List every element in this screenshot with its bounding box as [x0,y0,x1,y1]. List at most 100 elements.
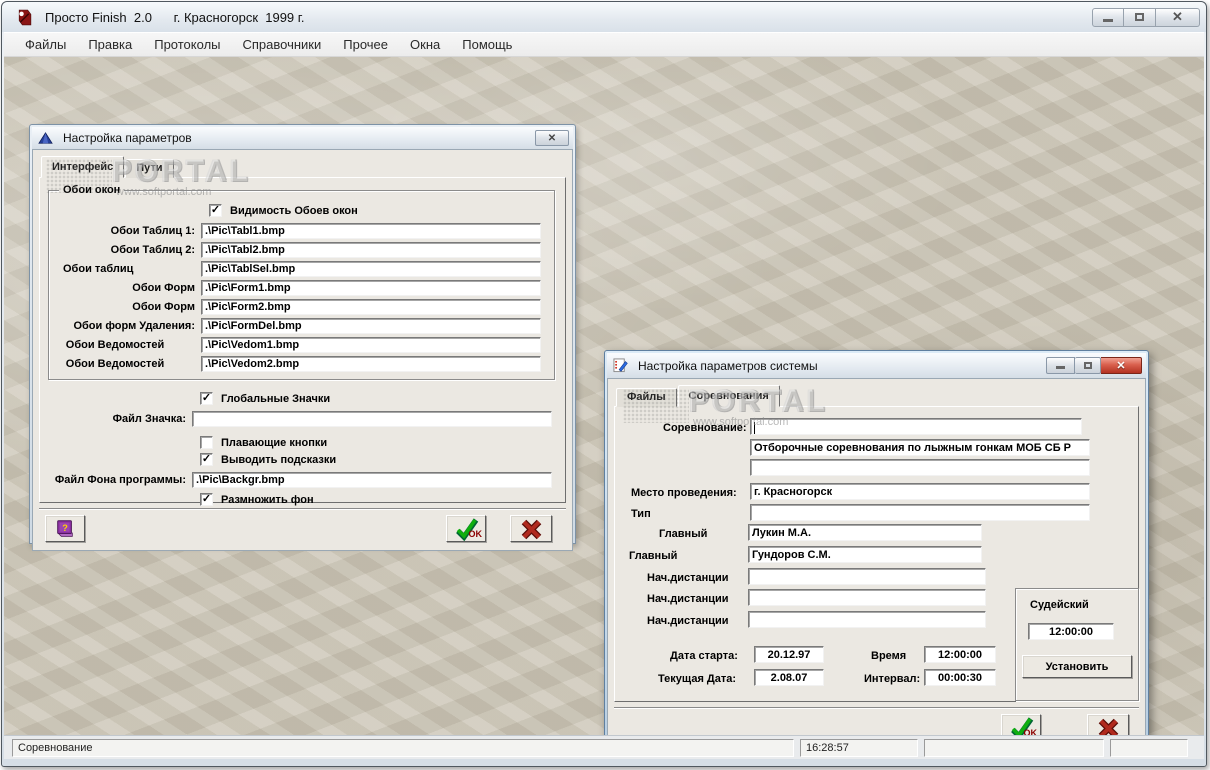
tab-paths[interactable]: Пути [125,159,174,178]
interval-label: Интервал: [864,673,921,685]
tab-competitions[interactable]: Соревнования [677,385,780,407]
icon-file-input[interactable] [192,410,552,427]
status-panel-extra1 [924,738,1104,757]
competition-line2-input[interactable] [750,439,1090,456]
wallpaper-vedom2-input[interactable] [201,355,541,372]
wallpaper-formdel-input[interactable] [201,317,541,334]
wallpaper-form2-input[interactable] [201,298,541,315]
field-label: Обои Ведомостей [65,357,165,370]
menu-edit[interactable]: Правка [77,34,143,55]
tab-page-competitions: Соревнование: Место проведения: Тип Глав… [614,406,1139,702]
status-panel-extra2 [1110,738,1188,757]
menu-directories[interactable]: Справочники [232,34,333,55]
cancel-x-icon [521,519,542,539]
maximize-icon [1083,362,1092,369]
field-label: Обои Форм [132,300,195,313]
show-hints-checkbox[interactable]: ✓ [200,453,213,466]
window-bottom-frame [2,759,1206,766]
type-label: Тип [631,508,651,520]
wallpaper-tablesel-input[interactable] [201,260,541,277]
maximize-icon [1135,13,1144,21]
dialog1-buttons: ? OK [39,508,566,544]
competition-line3-input[interactable] [750,459,1090,476]
client-area: Настройка параметров ✕ Интерфейс Пути Об… [4,57,1204,735]
tab-files[interactable]: Файлы [616,388,677,407]
cancel-x-icon [1098,718,1119,735]
time-value[interactable]: 12:00:00 [924,646,996,663]
competition-input[interactable] [750,418,1082,435]
dialog2-tabs: Файлы Соревнования [614,385,1139,407]
interval-value[interactable]: 00:00:30 [924,669,996,686]
field-row: Обои Форм [49,278,554,297]
titlebar: Просто Finish 2.0 г. Красногорск 1999 г.… [2,2,1206,32]
triangle-icon [38,131,53,144]
ok-button[interactable]: OK [446,515,486,542]
dist1-input[interactable] [748,568,986,585]
cancel-button[interactable] [510,515,552,542]
minimize-icon [1103,18,1113,22]
place-input[interactable] [750,483,1090,500]
judge-time-value[interactable]: 12:00:00 [1028,623,1114,640]
field-label: Обои Форм [132,281,195,294]
dialog2-minimize-button[interactable] [1046,357,1075,374]
current-date-value[interactable]: 2.08.07 [754,669,824,686]
close-button[interactable]: ✕ [1156,7,1200,27]
dialog2-titlebar: Настройка параметров системы ✕ [607,353,1146,378]
field-row: Обои Таблиц 1: [49,221,554,240]
minimize-button[interactable] [1092,7,1124,27]
wallpaper-table2-input[interactable] [201,241,541,258]
chief1-input[interactable] [748,524,982,541]
maximize-button[interactable] [1124,7,1156,27]
window-title: Просто Finish 2.0 г. Красногорск 1999 г. [45,9,305,25]
wallpaper-form1-input[interactable] [201,279,541,296]
field-row: Обои форм Удаления: [49,316,554,335]
window-controls: ✕ [1092,7,1200,27]
wallpaper-table1-input[interactable] [201,222,541,239]
wallpaper-visibility-label: Видимость Обоев окон [230,204,358,217]
ok-button[interactable]: OK [1001,714,1041,735]
dialog1-close-button[interactable]: ✕ [535,130,569,146]
background-file-input[interactable] [192,471,552,488]
type-input[interactable] [750,504,1090,521]
global-icons-label: Глобальные Значки [221,392,331,405]
field-label: Обои форм Удаления: [73,319,195,332]
tile-background-checkbox[interactable]: ✓ [200,493,213,506]
dialog1-body: Интерфейс Пути Обои окон ✓ Видимость Обо… [32,149,573,551]
dialog2-close-button[interactable]: ✕ [1101,357,1142,374]
menu-other[interactable]: Прочее [332,34,399,55]
dist2-label: Нач.дистанции [647,593,729,605]
wallpaper-vedom1-input[interactable] [201,336,541,353]
menu-protocols[interactable]: Протоколы [143,34,231,55]
field-row: Файл Фона программы: [40,470,565,489]
tab-interface[interactable]: Интерфейс [41,156,125,178]
dialog2-maximize-button[interactable] [1075,357,1101,374]
dialog2-body: Файлы Соревнования Соревнование: Место п… [607,378,1146,735]
chief2-input[interactable] [748,546,982,563]
menu-help[interactable]: Помощь [451,34,523,55]
menu-windows[interactable]: Окна [399,34,451,55]
floating-buttons-checkbox[interactable] [200,436,213,449]
field-row: Обои Ведомостей [49,335,554,354]
close-icon: ✕ [1172,9,1183,24]
place-label: Место проведения: [631,487,737,499]
set-time-button[interactable]: Установить [1022,655,1132,678]
menu-files[interactable]: Файлы [14,34,77,55]
field-row: Обои Ведомостей [49,354,554,373]
dist3-label: Нач.дистанции [647,615,729,627]
field-row: Файл Значка: [40,409,565,428]
wallpapers-legend: Обои окон [59,184,125,196]
chief2-label: Главный [629,550,678,562]
wallpaper-visibility-checkbox[interactable]: ✓ [209,204,222,217]
global-icons-checkbox[interactable]: ✓ [200,392,213,405]
field-label: Обои таблиц [63,262,134,275]
dialog1-title: Настройка параметров [63,131,192,145]
start-date-label: Дата старта: [670,650,738,662]
dialog1-tabs: Интерфейс Пути [39,156,566,178]
field-label: Обои Таблиц 2: [110,243,195,256]
competition-label: Соревнование: [663,422,747,434]
dist3-input[interactable] [748,611,986,628]
start-date-value[interactable]: 20.12.97 [754,646,824,663]
dist2-input[interactable] [748,589,986,606]
cancel-button[interactable] [1087,714,1129,735]
help-button[interactable]: ? [45,515,85,542]
